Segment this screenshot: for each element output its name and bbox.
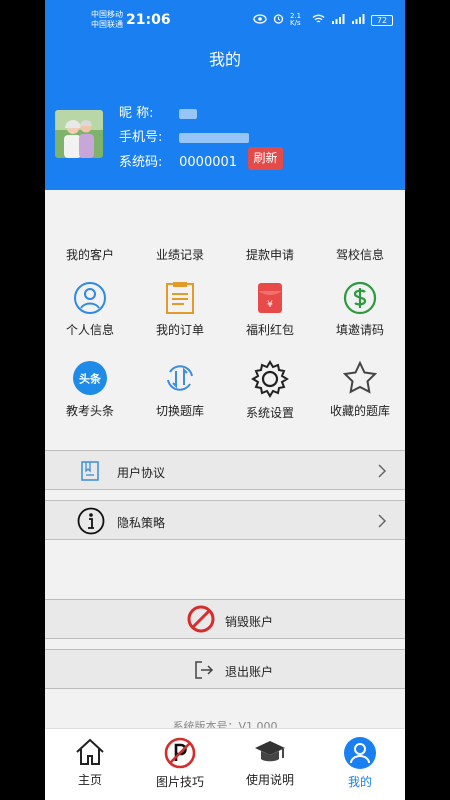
carrier-2: 中国联通 [91, 20, 123, 29]
menu-personal-info-label: 个人信息 [65, 323, 114, 337]
tab-image-tips[interactable]: 图片技巧 [135, 737, 225, 790]
tab-home[interactable]: 主页 [45, 737, 135, 788]
eye-icon [253, 13, 267, 27]
toutiao-badge-text: 头条 [79, 372, 102, 386]
switch-icon [167, 365, 193, 391]
menu-news[interactable]: 头条 教考头条 [45, 360, 135, 419]
red-envelope-icon: ¥ [258, 283, 282, 313]
signal-icon-2 [351, 13, 365, 27]
menu-invite-code-label: 填邀请码 [335, 323, 384, 337]
logout-label: 退出账户 [225, 665, 274, 679]
chevron-right-icon [378, 514, 387, 528]
carrier-1: 中国移动 [91, 10, 123, 19]
hongbao-symbol: ¥ [267, 300, 273, 310]
status-time: 21:06 [126, 12, 171, 28]
header-bar: 中国移动 中国联通 21:06 2.1 K/s 72 我的 [45, 0, 405, 80]
menu-my-orders[interactable]: 我的订单 [135, 281, 225, 338]
document-icon [81, 461, 99, 481]
cancel-account-label: 销毁账户 [225, 615, 274, 629]
menu-settings[interactable]: 系统设置 [225, 360, 315, 421]
app-screen: 中国移动 中国联通 21:06 2.1 K/s 72 我的 昵 称: 手机号: … [45, 0, 405, 800]
home-icon [76, 738, 104, 765]
network-speed: 2.1 K/s [290, 12, 302, 27]
code-row: 系统码: 0000001 [119, 151, 237, 170]
menu-switch-bank-label: 切换题库 [155, 404, 204, 418]
battery-icon: 72 [371, 14, 393, 26]
menu-my-orders-label: 我的订单 [155, 323, 204, 337]
cancel-account-row[interactable]: 销毁账户 [45, 599, 405, 639]
menu-my-customers[interactable]: 我的客户 [45, 246, 135, 263]
nickname-value-redacted [179, 108, 198, 119]
parking-icon [164, 737, 196, 769]
menu-invite-code[interactable]: 填邀请码 [315, 281, 405, 338]
menu-switch-bank[interactable]: 切换题库 [135, 360, 225, 419]
menu-favorites-label: 收藏的题库 [329, 404, 390, 418]
phone-label: 手机号: [119, 130, 163, 145]
nickname-row: 昵 称: [119, 102, 198, 121]
agreement-row[interactable]: 用户协议 [45, 450, 405, 490]
phone-row: 手机号: [119, 126, 250, 145]
clipboard-icon [166, 282, 194, 314]
bottom-tab-bar: 主页 图片技巧 使用说明 我的 [45, 728, 405, 800]
forbidden-icon [187, 605, 215, 633]
menu-news-label: 教考头条 [65, 404, 114, 418]
tab-instructions-label: 使用说明 [245, 773, 294, 787]
menu-row-1: 我的客户 业绩记录 提款申请 驾校信息 [45, 246, 405, 266]
tab-mine-label: 我的 [347, 775, 372, 789]
user-circle-icon [74, 282, 106, 314]
user-icon [344, 737, 376, 769]
refresh-button[interactable]: 刷新 [248, 147, 283, 170]
version-text: 系统版本号：V1.000 [172, 720, 278, 728]
code-value: 0000001 [179, 155, 238, 170]
nickname-label: 昵 称: [119, 106, 154, 121]
chevron-right-icon [378, 464, 387, 478]
code-label: 系统码: [119, 155, 163, 170]
logout-icon [195, 661, 214, 679]
menu-favorites[interactable]: 收藏的题库 [315, 360, 405, 419]
letterbox-left [0, 0, 45, 800]
menu-performance[interactable]: 业绩记录 [135, 246, 225, 263]
tab-image-tips-label: 图片技巧 [155, 775, 204, 789]
avatar[interactable] [55, 110, 103, 158]
news-badge-icon: 头条 [73, 361, 107, 395]
signal-icon [331, 13, 345, 27]
gear-icon [251, 360, 289, 398]
tab-home-label: 主页 [77, 773, 102, 787]
letterbox-right [405, 0, 450, 800]
page-title: 我的 [208, 50, 241, 69]
agreement-label: 用户协议 [117, 466, 166, 480]
status-bar: 中国移动 中国联通 21:06 2.1 K/s 72 [45, 0, 405, 38]
profile-card: 昵 称: 手机号: 系统码: 0000001 [45, 80, 405, 190]
status-icons: 2.1 K/s 72 [253, 13, 393, 27]
menu-red-packet[interactable]: ¥ 福利红包 [225, 281, 315, 338]
menu-red-packet-label: 福利红包 [245, 323, 294, 337]
dollar-circle-icon [343, 281, 377, 315]
wifi-icon [312, 14, 325, 27]
phone-value-redacted [179, 132, 250, 143]
menu-personal-info[interactable]: 个人信息 [45, 281, 135, 338]
info-icon [77, 507, 105, 535]
alarm-icon [273, 13, 284, 27]
carrier-info: 中国移动 中国联通 [91, 10, 123, 30]
tab-mine[interactable]: 我的 [315, 737, 405, 790]
graduation-cap-icon [255, 741, 285, 762]
menu-settings-label: 系统设置 [245, 406, 294, 420]
star-icon [342, 360, 378, 394]
logout-row[interactable]: 退出账户 [45, 649, 405, 689]
menu-school-info[interactable]: 驾校信息 [315, 246, 405, 263]
menu-withdraw[interactable]: 提款申请 [225, 246, 315, 263]
tab-instructions[interactable]: 使用说明 [225, 737, 315, 788]
privacy-label: 隐私策略 [117, 516, 166, 530]
privacy-row[interactable]: 隐私策略 [45, 500, 405, 540]
